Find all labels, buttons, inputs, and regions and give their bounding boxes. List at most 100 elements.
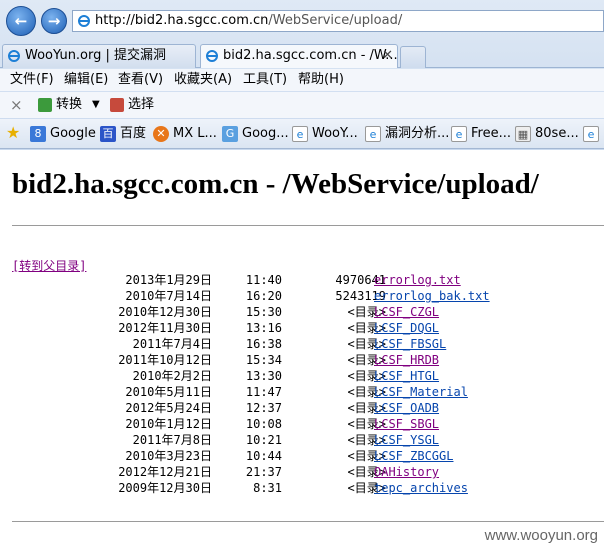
entry-link[interactable]: LCSF_ZBCGGL — [374, 448, 453, 464]
menu-help[interactable]: 帮助(H) — [298, 69, 344, 91]
entry-date: 2010年7月14日 — [125, 289, 212, 303]
tab-bar: WooYun.org | 提交漏洞 bid2.ha.sgcc.com.cn - … — [0, 40, 604, 68]
list-item: 2010年7月14日 16:20 5243119 errorlog_bak.txt — [0, 288, 604, 304]
entry-time: 10:08 — [245, 417, 282, 431]
page-icon: ▦ — [515, 126, 531, 142]
entry-time: 15:30 — [245, 305, 282, 319]
favorite-80sec[interactable]: ▦ 80se... — [515, 119, 579, 149]
list-item: 2010年2月2日 13:30 <目录> LCSF_HTGL — [0, 368, 604, 384]
entry-link[interactable]: errorlog.txt — [374, 272, 461, 288]
chevron-down-icon[interactable]: ▼ — [92, 92, 100, 118]
url-host: http://bid2.ha.sgcc.com.cn — [95, 13, 269, 28]
favorite-baidu[interactable]: 百百度 — [100, 119, 146, 149]
entry-size: <目录> — [347, 449, 386, 463]
favorite-free[interactable]: e Free... — [451, 119, 511, 149]
entry-time: 8:31 — [253, 481, 282, 495]
menu-tools[interactable]: 工具(T) — [243, 69, 287, 91]
menu-favorites[interactable]: 收藏夹(A) — [174, 69, 232, 91]
entry-time: 11:47 — [245, 385, 282, 399]
back-button[interactable]: ← — [6, 6, 36, 36]
entry-link[interactable]: LCSF_FBSGL — [374, 336, 446, 352]
entry-size: <目录> — [347, 401, 386, 415]
entry-time: 13:30 — [245, 369, 282, 383]
entry-link[interactable]: LCSF_OADB — [374, 400, 439, 416]
entry-time: 21:37 — [245, 465, 282, 479]
entry-link[interactable]: tepc_archives — [374, 480, 468, 496]
entry-time: 10:44 — [245, 449, 282, 463]
list-item: 2011年7月8日 10:21 <目录> LCSF_YSGL — [0, 432, 604, 448]
entry-size: <目录> — [347, 433, 386, 447]
entry-size: <目录> — [347, 353, 386, 367]
entry-size: <目录> — [347, 305, 386, 319]
navigation-bar: ← → http://bid2.ha.sgcc.com.cn/WebServic… — [0, 0, 604, 40]
entry-link[interactable]: LCSF_HTGL — [374, 368, 439, 384]
entry-link[interactable]: OAHistory — [374, 464, 439, 480]
bottom-divider — [12, 521, 604, 522]
entry-time: 16:20 — [245, 289, 282, 303]
tab-wooyun[interactable]: WooYun.org | 提交漏洞 — [2, 44, 196, 68]
entry-date: 2012年12月21日 — [118, 465, 212, 479]
favorite-google[interactable]: 8 Google — [30, 119, 96, 149]
entry-date: 2011年10月12日 — [118, 353, 212, 367]
menu-file[interactable]: 文件(F) — [10, 69, 54, 91]
browser-chrome: ← → http://bid2.ha.sgcc.com.cn/WebServic… — [0, 0, 604, 150]
list-item: 2009年12月30日 8:31 <目录> tepc_archives — [0, 480, 604, 496]
entry-time: 12:37 — [245, 401, 282, 415]
entry-link[interactable]: LCSF_DQGL — [374, 320, 439, 336]
ie-page-icon: e — [583, 126, 599, 142]
list-item: 2013年1月29日 11:40 4970641 errorlog.txt — [0, 272, 604, 288]
menu-edit[interactable]: 编辑(E) — [64, 69, 108, 91]
entry-size: <目录> — [347, 337, 386, 351]
favorite-google-2[interactable]: G Goog... — [222, 119, 289, 149]
entry-size: <目录> — [347, 417, 386, 431]
entry-time: 15:34 — [245, 353, 282, 367]
select-icon — [110, 98, 124, 112]
entry-link[interactable]: errorlog_bak.txt — [374, 288, 490, 304]
favorite-wooyun[interactable]: e WooY... — [292, 119, 358, 149]
entry-date: 2011年7月8日 — [132, 433, 212, 447]
favorite-vuln-analysis[interactable]: e 漏洞分析... — [365, 119, 449, 149]
list-item: 2011年10月12日 15:34 <目录> LCSF_HRDB — [0, 352, 604, 368]
list-item: 2012年5月24日 12:37 <目录> LCSF_OADB — [0, 400, 604, 416]
list-item: 2010年3月23日 10:44 <目录> LCSF_ZBCGGL — [0, 448, 604, 464]
entry-link[interactable]: LCSF_CZGL — [374, 304, 439, 320]
ie-logo-icon — [8, 50, 20, 62]
forward-button[interactable]: → — [41, 8, 67, 34]
page-title: bid2.ha.sgcc.com.cn - /WebService/upload… — [12, 168, 539, 200]
list-item: 2012年12月21日 21:37 <目录> OAHistory — [0, 464, 604, 480]
list-item: 2010年12月30日 15:30 <目录> LCSF_CZGL — [0, 304, 604, 320]
entry-size: <目录> — [347, 481, 386, 495]
entry-time: 10:21 — [245, 433, 282, 447]
entry-size: <目录> — [347, 465, 386, 479]
menu-bar: 文件(F) 编辑(E) 查看(V) 收藏夹(A) 工具(T) 帮助(H) — [0, 69, 604, 91]
address-bar[interactable]: http://bid2.ha.sgcc.com.cn/WebService/up… — [72, 10, 604, 32]
favorite-mx[interactable]: ✕ MX L... — [153, 119, 217, 149]
entry-size: <目录> — [347, 321, 386, 335]
entry-size: 5243119 — [335, 289, 386, 303]
close-icon[interactable]: × — [10, 92, 23, 118]
tab-close-icon[interactable]: ✕ — [382, 45, 393, 67]
convert-button[interactable]: 转换 — [56, 92, 82, 118]
select-button[interactable]: 选择 — [128, 92, 154, 118]
new-tab-button[interactable] — [400, 46, 426, 68]
entry-link[interactable]: LCSF_SBGL — [374, 416, 439, 432]
tab-label: bid2.ha.sgcc.com.cn - /W... — [223, 48, 398, 63]
tab-directory-listing[interactable]: bid2.ha.sgcc.com.cn - /W... ✕ — [200, 44, 398, 68]
page-icon: G — [222, 126, 238, 142]
entry-link[interactable]: LCSF_YSGL — [374, 432, 439, 448]
entry-link[interactable]: LCSF_Material — [374, 384, 468, 400]
entry-date: 2010年5月11日 — [125, 385, 212, 399]
entry-size: <目录> — [347, 369, 386, 383]
url-path: /WebService/upload/ — [268, 13, 403, 28]
entry-date: 2010年1月12日 — [125, 417, 212, 431]
ie-page-icon: e — [451, 126, 467, 142]
entry-date: 2009年12月30日 — [118, 481, 212, 495]
menu-view[interactable]: 查看(V) — [118, 69, 163, 91]
entry-size: 4970641 — [335, 273, 386, 287]
list-item: 2010年1月12日 10:08 <目录> LCSF_SBGL — [0, 416, 604, 432]
ie-logo-icon — [206, 50, 218, 62]
entry-link[interactable]: LCSF_HRDB — [374, 352, 439, 368]
star-icon[interactable]: ★ — [6, 125, 20, 141]
favorites-bar: ★ 8 Google 百百度 ✕ MX L... G Goog... e WooY...… — [0, 119, 604, 149]
baidu-icon: 百 — [100, 126, 116, 142]
